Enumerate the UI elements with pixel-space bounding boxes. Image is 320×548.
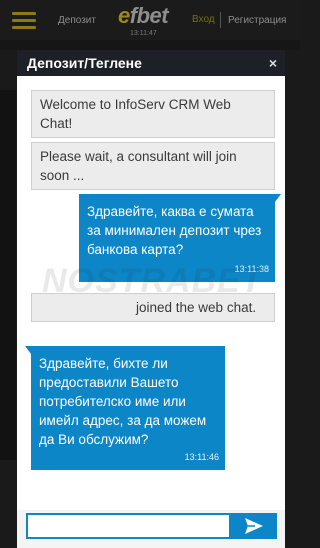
background-side-panel	[0, 90, 16, 460]
logo-text: fbet	[129, 3, 169, 28]
chat-dialog: Депозит/Теглене × Welcome to InfoServ CR…	[17, 50, 285, 548]
incoming-message-time: 13:11:46	[184, 452, 219, 462]
system-message-joined: joined the web chat.	[31, 293, 275, 322]
header-register-link[interactable]: Регистрация	[228, 15, 286, 26]
system-message-wait: Please wait, a consultant will join soon…	[31, 142, 275, 190]
close-icon[interactable]: ×	[269, 55, 277, 71]
composer-bar	[17, 510, 285, 548]
app-header: Депозит efbet 13:11:47 Вход Регистрация	[0, 0, 300, 40]
incoming-bubble-tail	[25, 346, 31, 354]
dialog-title: Депозит/Теглене	[27, 55, 142, 71]
header-clock: 13:11:47	[130, 30, 157, 37]
header-divider	[220, 12, 221, 28]
incoming-message: Здравейте, бихте ли предоставили Вашето …	[31, 346, 225, 470]
send-button[interactable]	[231, 513, 277, 539]
paper-plane-icon	[245, 518, 263, 534]
outgoing-bubble-tail	[275, 194, 281, 202]
background-strip	[0, 40, 300, 50]
efbet-logo[interactable]: efbet	[118, 3, 169, 28]
hamburger-menu-icon[interactable]	[12, 12, 36, 29]
header-login-link[interactable]: Вход	[192, 14, 215, 25]
system-message-welcome: Welcome to InfoServ CRM Web Chat!	[31, 90, 275, 138]
message-input[interactable]	[26, 513, 231, 539]
incoming-message-text: Здравейте, бихте ли предоставили Вашето …	[39, 356, 207, 447]
dialog-header: Депозит/Теглене ×	[17, 50, 285, 76]
header-deposit-link[interactable]: Депозит	[58, 15, 96, 26]
outgoing-message-text: Здравейте, каква е сумата за минимален д…	[87, 204, 262, 257]
